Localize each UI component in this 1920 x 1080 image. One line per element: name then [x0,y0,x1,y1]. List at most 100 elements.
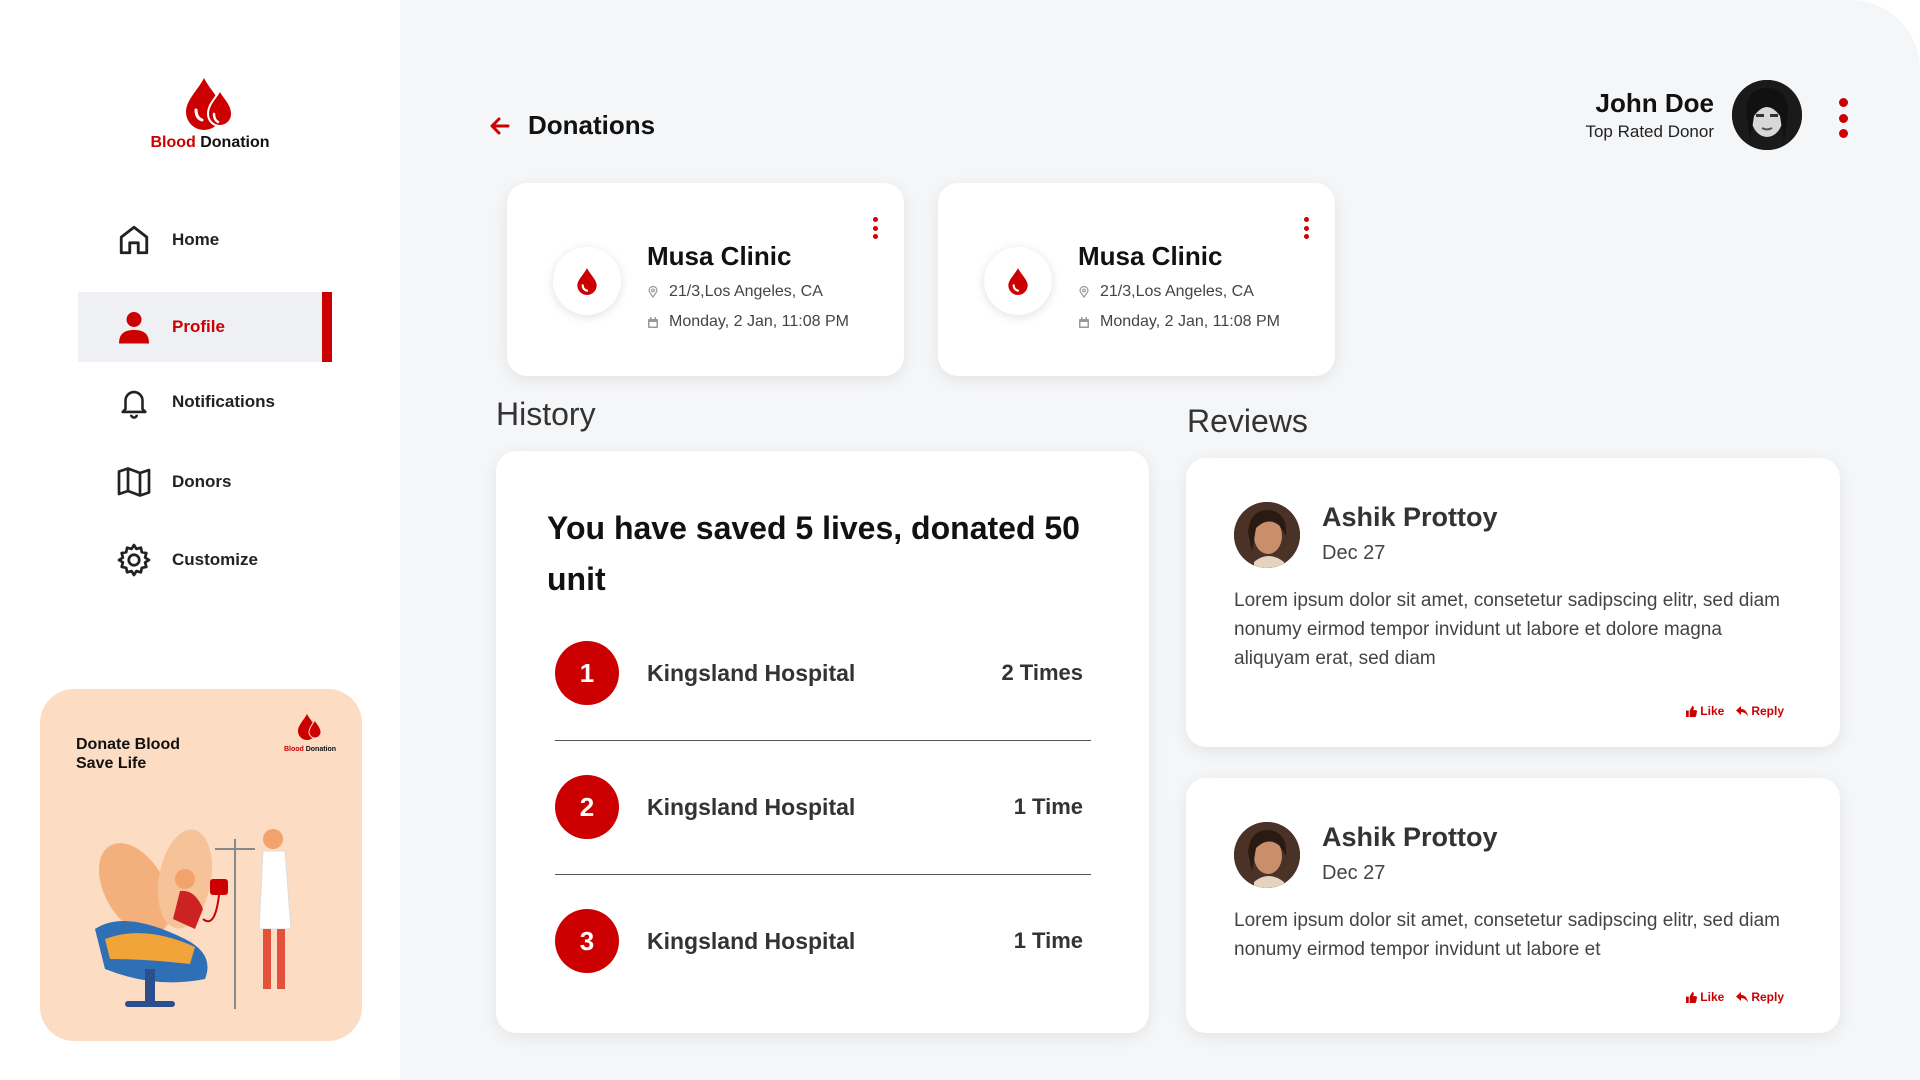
calendar-icon [1078,316,1090,328]
promo-logo: Blood Donation [277,713,343,753]
clinic-datetime: Monday, 2 Jan, 11:08 PM [1078,313,1280,331]
user-info: John Doe Top Rated Donor [1585,88,1714,142]
blood-drops-logo-icon [186,78,234,130]
hospital-name: Kingsland Hospital [647,927,856,954]
calendar-icon [647,316,659,328]
datetime-text: Monday, 2 Jan, 11:08 PM [1100,313,1280,330]
sidebar-item-profile[interactable]: Profile [78,292,332,362]
user-name: John Doe [1595,88,1714,118]
rank-badge: 1 [555,641,619,705]
back-arrow-icon[interactable] [486,112,514,140]
reply-label: Reply [1751,704,1784,718]
hospital-name: Kingsland Hospital [647,659,856,686]
divider [555,874,1091,875]
reviewer-avatar-photo [1234,822,1300,888]
donation-card[interactable]: Musa Clinic 21/3,Los Angeles, CA Monday,… [938,183,1335,376]
reviewer-name: Ashik Prottoy [1322,822,1498,852]
reviewer-avatar-photo [1234,502,1300,568]
like-label: Like [1700,704,1725,718]
history-row[interactable]: 3 Kingsland Hospital 1 Time [555,909,1083,973]
clinic-name: Musa Clinic [1078,241,1223,271]
location-pin-icon [647,286,659,298]
review-card: Ashik Prottoy Dec 27 Lorem ipsum dolor s… [1186,458,1840,747]
like-label: Like [1700,990,1725,1004]
brand-name-part2: Donation [195,134,270,151]
clinic-address: 21/3,Los Angeles, CA [647,283,823,301]
history-card: You have saved 5 lives, donated 50 unit … [496,451,1149,1033]
promo-logo-part1: Blood [283,746,304,753]
review-text: Lorem ipsum dolor sit amet, consetetur s… [1234,590,1780,669]
promo-card: Donate Blood Save Life Blood Donation [40,689,362,1041]
sidebar-item-label: Donors [172,472,232,491]
clinic-datetime: Monday, 2 Jan, 11:08 PM [647,313,849,331]
sidebar-item-label: Notifications [172,392,275,411]
like-button[interactable]: Like [1686,990,1724,1004]
sidebar-item-label: Profile [172,317,225,336]
user-profile[interactable]: John Doe Top Rated Donor [1585,80,1802,150]
card-more-options-icon[interactable] [1301,217,1311,239]
map-icon [116,464,152,500]
reviews-title: Reviews [1187,403,1308,439]
more-options-icon[interactable] [1836,98,1850,138]
reply-icon [1736,705,1749,717]
card-more-options-icon[interactable] [870,217,880,239]
review-actions: Like Reply [1674,704,1784,718]
divider [555,740,1091,741]
reply-icon [1736,991,1749,1003]
location-pin-icon [1078,286,1090,298]
review-text: Lorem ipsum dolor sit amet, consetetur s… [1234,910,1780,960]
promo-logo-part2: Donation [303,746,337,753]
history-row[interactable]: 1 Kingsland Hospital 2 Times [555,641,1083,705]
sidebar-item-notifications[interactable]: Notifications [78,367,332,437]
rank-badge: 2 [555,775,619,839]
sidebar: Blood Donation Home Profile Notification… [0,0,400,1080]
page-header: Donations [486,110,655,141]
promo-line-2: Save Life [76,755,147,772]
blood-donation-illustration [95,829,292,1009]
page-title: Donations [528,110,656,140]
address-text: 21/3,Los Angeles, CA [669,283,823,300]
sidebar-item-home[interactable]: Home [78,205,332,275]
sidebar-item-label: Home [172,230,220,249]
brand-logo[interactable]: Blood Donation [140,76,280,152]
clinic-name: Musa Clinic [647,241,792,271]
brand-name: Blood Donation [140,134,280,152]
user-role: Top Rated Donor [1585,122,1714,141]
like-button[interactable]: Like [1686,704,1724,718]
thumbs-up-icon [1686,991,1698,1003]
gear-icon [116,542,152,578]
sidebar-item-customize[interactable]: Customize [78,525,332,595]
reply-button[interactable]: Reply [1736,704,1784,718]
sidebar-item-donors[interactable]: Donors [78,447,332,517]
review-card: Ashik Prottoy Dec 27 Lorem ipsum dolor s… [1186,778,1840,1033]
history-headline: You have saved 5 lives, donated 50 unit [547,510,1080,597]
donation-count: 2 Times [1001,660,1083,685]
home-icon [116,222,152,258]
promo-title: Donate Blood Save Life [76,735,180,773]
review-date: Dec 27 [1322,542,1386,564]
sidebar-item-label: Customize [172,550,258,569]
donation-count: 1 Time [1013,794,1083,819]
reviewer-name: Ashik Prottoy [1322,502,1498,532]
reply-label: Reply [1751,990,1784,1004]
promo-line-1: Donate Blood [76,736,180,753]
sidebar-nav: Home Profile Notifications Donors Custom… [78,205,332,595]
donation-card[interactable]: Musa Clinic 21/3,Los Angeles, CA Monday,… [507,183,904,376]
datetime-text: Monday, 2 Jan, 11:08 PM [669,313,849,330]
hospital-name: Kingsland Hospital [647,793,856,820]
address-text: 21/3,Los Angeles, CA [1100,283,1254,300]
review-date: Dec 27 [1322,862,1386,884]
blood-drop-icon [553,247,621,315]
donation-count: 1 Time [1013,928,1083,953]
avatar[interactable] [1234,822,1300,888]
blood-drops-logo-icon [298,714,322,740]
reply-button[interactable]: Reply [1736,990,1784,1004]
avatar[interactable] [1732,80,1802,150]
avatar[interactable] [1234,502,1300,568]
history-row[interactable]: 2 Kingsland Hospital 1 Time [555,775,1083,839]
user-avatar-photo [1732,80,1802,150]
main-content: Donations John Doe Top Rated Donor Musa … [400,0,1920,1080]
history-title: History [496,396,596,432]
bell-icon [116,384,152,420]
rank-badge: 3 [555,909,619,973]
